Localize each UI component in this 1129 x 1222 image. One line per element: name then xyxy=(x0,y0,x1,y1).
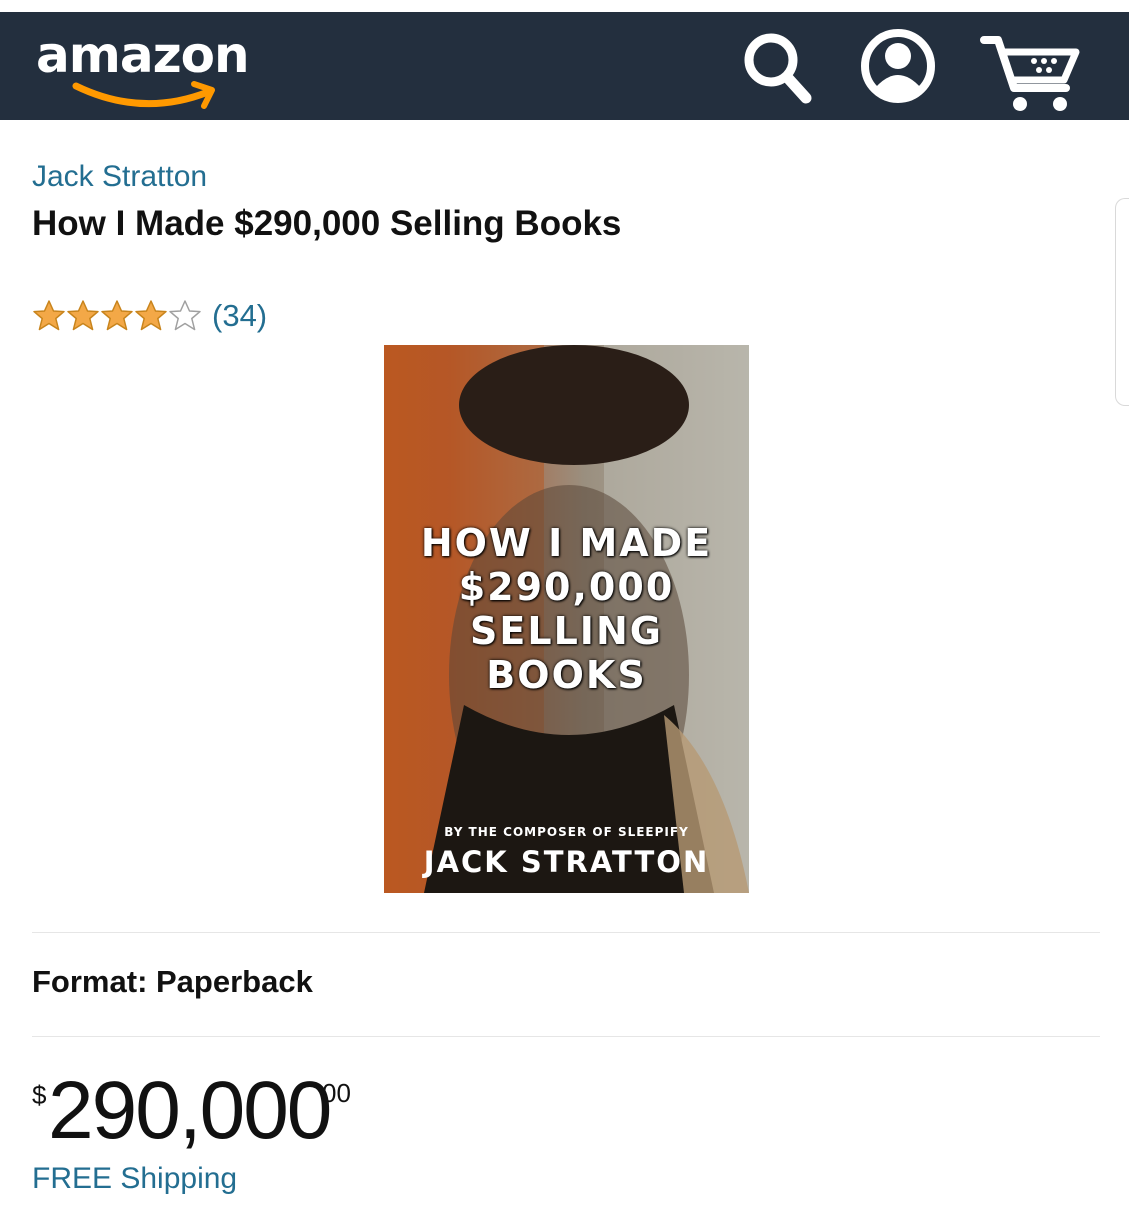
author-link[interactable]: Jack Stratton xyxy=(32,160,207,194)
product-title: How I Made $290,000 Selling Books xyxy=(32,204,622,243)
book-cover-image[interactable]: HOW I MADE $290,000 SELLING BOOKS BY THE… xyxy=(384,345,749,893)
divider xyxy=(32,1036,1100,1037)
star-empty-icon xyxy=(169,300,201,331)
search-icon[interactable] xyxy=(740,26,812,106)
price-fraction: 00 xyxy=(322,1078,351,1108)
format-selector[interactable]: Format: Paperback xyxy=(32,964,313,1000)
review-count-link[interactable]: (34) xyxy=(212,298,267,334)
price-whole: 290,000 xyxy=(48,1065,332,1156)
star-filled-icon xyxy=(135,300,167,331)
star-rating xyxy=(32,299,202,333)
cover-title-line: BOOKS xyxy=(486,653,647,697)
cart-icon[interactable] xyxy=(978,26,1082,116)
star-filled-icon xyxy=(33,300,65,331)
cover-title: HOW I MADE $290,000 SELLING BOOKS xyxy=(384,521,749,697)
rating[interactable]: (34) xyxy=(32,296,267,336)
price-symbol: $ xyxy=(32,1080,47,1110)
scroll-handle[interactable] xyxy=(1115,198,1129,406)
star-filled-icon xyxy=(67,300,99,331)
account-icon[interactable] xyxy=(858,26,938,106)
star-filled-icon xyxy=(101,300,133,331)
divider xyxy=(32,932,1100,933)
cover-subtitle: BY THE COMPOSER OF SLEEPIFY xyxy=(444,825,689,839)
logo-smile-icon xyxy=(72,81,215,109)
free-shipping-link[interactable]: FREE Shipping xyxy=(32,1162,237,1196)
cover-title-line: $290,000 xyxy=(458,565,675,609)
cover-title-line: HOW I MADE xyxy=(420,521,713,565)
site-header: amazon xyxy=(0,12,1129,120)
cover-author: JACK STRATTON xyxy=(423,845,710,879)
logo-text: amazon xyxy=(36,26,250,84)
top-strip xyxy=(0,0,1129,12)
cover-title-line: SELLING xyxy=(470,609,663,653)
amazon-logo[interactable]: amazon xyxy=(32,26,272,110)
